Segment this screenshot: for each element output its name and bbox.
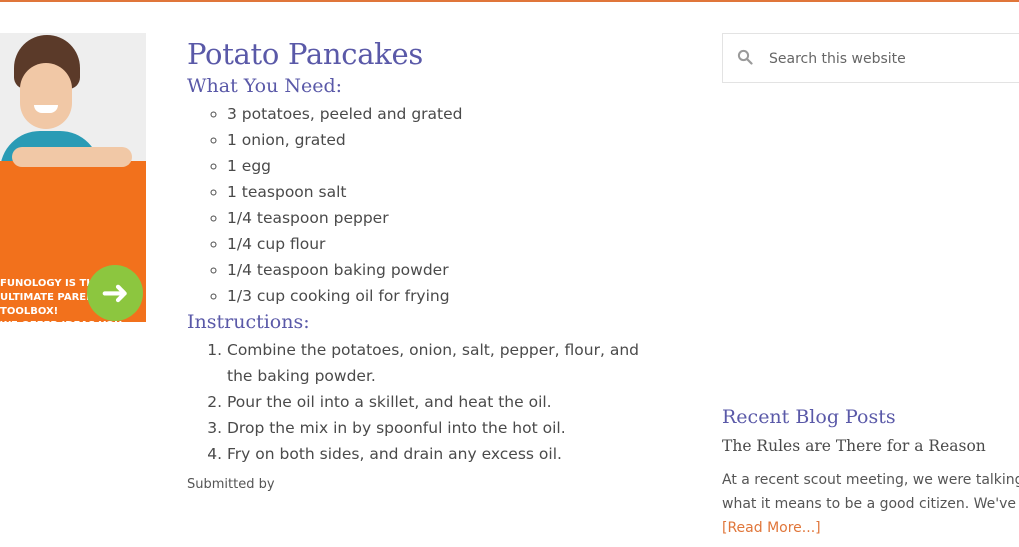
read-more-link[interactable]: [Read More...] bbox=[722, 516, 1019, 540]
excerpt-line: what it means to be a good citizen. We'v… bbox=[722, 496, 1019, 512]
list-item: 1 egg bbox=[227, 153, 657, 179]
list-item: Pour the oil into a skillet, and heat th… bbox=[227, 389, 657, 415]
list-item: 3 potatoes, peeled and grated bbox=[227, 101, 657, 127]
search-box bbox=[722, 33, 1019, 84]
list-item: 1 teaspoon salt bbox=[227, 179, 657, 205]
arrow-right-icon[interactable]: ➜ bbox=[87, 265, 143, 321]
list-item: 1 onion, grated bbox=[227, 127, 657, 153]
ingredients-list: 3 potatoes, peeled and grated 1 onion, g… bbox=[187, 101, 657, 309]
list-item: 1/3 cup cooking oil for frying bbox=[227, 283, 657, 309]
search-icon[interactable] bbox=[737, 49, 753, 65]
funology-ad-banner[interactable]: FUNOLOGY IS THE ULTIMATE PARENTING TOOLB… bbox=[0, 33, 146, 322]
ad-photo-face bbox=[20, 63, 72, 129]
recent-post-title-link[interactable]: The Rules are There for a Reason bbox=[722, 434, 1019, 458]
search-input[interactable] bbox=[767, 34, 1019, 84]
recent-posts-heading: Recent Blog Posts bbox=[722, 406, 896, 428]
ad-photo-arm bbox=[12, 147, 132, 167]
list-item: Combine the potatoes, onion, salt, peppe… bbox=[227, 337, 657, 389]
instructions-list: Combine the potatoes, onion, salt, peppe… bbox=[187, 337, 657, 467]
instructions-heading: Instructions: bbox=[187, 311, 310, 333]
excerpt-line: At a recent scout meeting, we were talki… bbox=[722, 472, 1019, 488]
ingredients-heading: What You Need: bbox=[187, 75, 343, 97]
list-item: 1/4 teaspoon pepper bbox=[227, 205, 657, 231]
recent-posts-widget: Recent Blog Posts The Rules are There fo… bbox=[722, 404, 1019, 540]
list-item: Fry on both sides, and drain any excess … bbox=[227, 441, 657, 467]
list-item: Drop the mix in by spoonful into the hot… bbox=[227, 415, 657, 441]
page-title: Potato Pancakes bbox=[187, 37, 423, 71]
recipe-article: Potato Pancakes What You Need: 3 potatoe… bbox=[187, 35, 657, 492]
submitted-by-label: Submitted by bbox=[187, 477, 275, 492]
list-item: 1/4 teaspoon baking powder bbox=[227, 257, 657, 283]
recent-post-excerpt: At a recent scout meeting, we were talki… bbox=[722, 468, 1019, 516]
list-item: 1/4 cup flour bbox=[227, 231, 657, 257]
top-accent-rule bbox=[0, 0, 1019, 2]
